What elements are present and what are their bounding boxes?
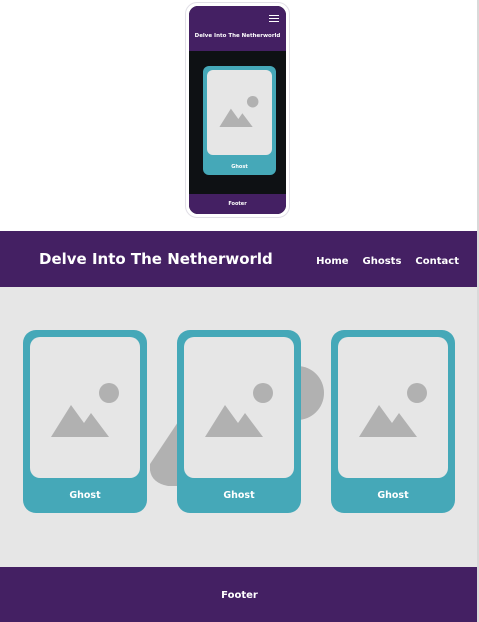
image-placeholder-icon — [51, 383, 119, 437]
card-label: Ghost — [69, 490, 101, 501]
site-header: Delve Into The Netherworld Home Ghosts C… — [0, 231, 479, 287]
footer-text: Footer — [221, 590, 258, 601]
mobile-card-label: Ghost — [231, 164, 248, 170]
hamburger-menu-icon[interactable] — [269, 15, 279, 22]
mobile-header: Delve Into The Netherworld — [189, 6, 286, 51]
ghost-card[interactable]: Ghost — [331, 330, 455, 513]
nav-link-home[interactable]: Home — [316, 256, 348, 267]
mobile-footer: Footer — [189, 194, 286, 214]
mobile-card-image — [207, 70, 272, 155]
site-footer: Footer — [0, 567, 479, 622]
ghost-card[interactable]: Ghost — [23, 330, 147, 513]
image-placeholder-icon — [359, 383, 427, 437]
card-image — [338, 337, 448, 478]
mobile-footer-text: Footer — [228, 201, 247, 207]
card-label: Ghost — [377, 490, 409, 501]
nav-link-contact[interactable]: Contact — [415, 256, 459, 267]
card-label: Ghost — [223, 490, 255, 501]
mobile-screen: Delve Into The Netherworld Ghost Footer — [189, 6, 286, 214]
mobile-preview: Delve Into The Netherworld Ghost Footer — [185, 2, 290, 218]
card-image — [184, 337, 294, 478]
card-gallery: Ghost Ghost Ghost — [0, 287, 479, 567]
main-nav: Home Ghosts Contact — [316, 256, 459, 267]
card-image — [30, 337, 140, 478]
ghost-card[interactable]: Ghost — [177, 330, 301, 513]
image-placeholder-icon — [219, 96, 259, 127]
mobile-card[interactable]: Ghost — [203, 66, 276, 175]
mobile-site-title: Delve Into The Netherworld — [194, 33, 281, 39]
nav-link-ghosts[interactable]: Ghosts — [363, 256, 402, 267]
site-title: Delve Into The Netherworld — [39, 250, 273, 268]
image-placeholder-icon — [205, 383, 273, 437]
